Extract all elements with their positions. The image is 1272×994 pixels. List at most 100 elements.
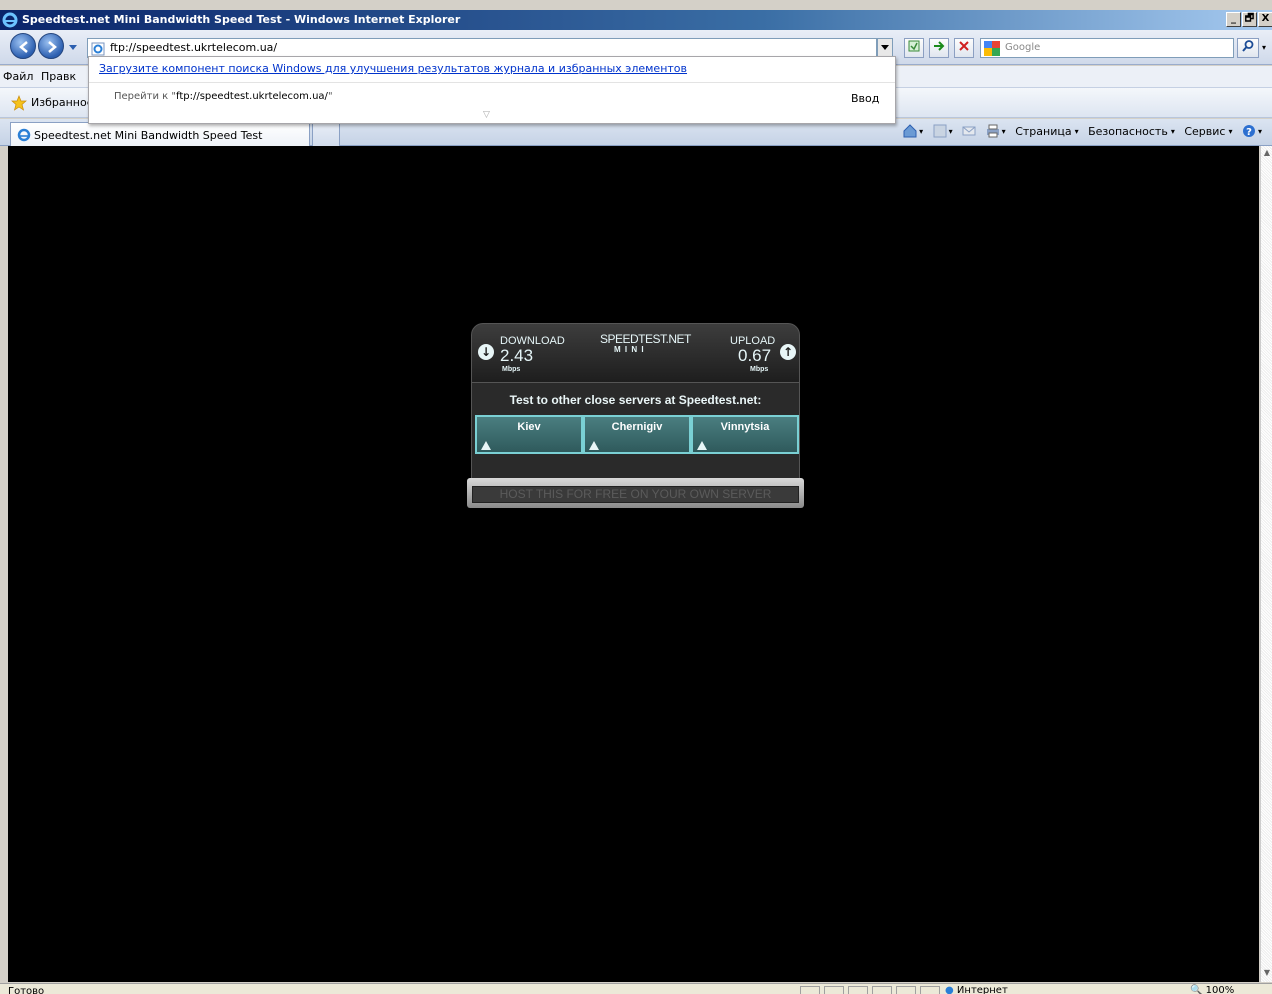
server-chernigiv-button[interactable]: Chernigiv — [583, 415, 691, 454]
home-icon[interactable] — [903, 124, 917, 138]
title-bar: Speedtest.net Mini Bandwidth Speed Test … — [0, 10, 1272, 30]
go-arrow-icon — [934, 41, 945, 51]
back-button[interactable] — [10, 33, 36, 59]
status-bar: Готово ● Интернет 🔍 100% — [0, 983, 1272, 994]
zone-label: Интернет — [956, 985, 1008, 994]
expand-chevron-icon[interactable]: ▽ — [483, 110, 490, 120]
safety-menu[interactable]: Безопасность — [1088, 125, 1168, 138]
server-name: Kiev — [517, 421, 541, 433]
zoom-value: 100% — [1205, 985, 1235, 994]
print-icon[interactable] — [986, 124, 1000, 138]
zoom-icon: 🔍 — [1190, 985, 1203, 994]
compatibility-icon — [908, 40, 920, 52]
speedtest-results-panel: ↓ DOWNLOAD 2.43 Mbps SPEEDTEST.NET M I N… — [471, 323, 800, 383]
print-dropdown-icon[interactable]: ▾ — [1002, 127, 1006, 136]
status-text: Готово — [8, 986, 45, 994]
goto-suffix: " — [327, 91, 333, 102]
zoom-level[interactable]: 🔍 100% — [1190, 985, 1234, 994]
host-for-free-button[interactable]: HOST THIS FOR FREE ON YOUR OWN SERVER — [472, 486, 799, 503]
status-pane — [800, 986, 820, 994]
download-arrow-icon: ↓ — [478, 344, 494, 360]
search-options-icon[interactable]: ▾ — [1262, 43, 1266, 52]
goto-suggestion[interactable]: Перейти к "ftp://speedtest.ukrtelecom.ua… — [114, 91, 333, 102]
goto-url: ftp://speedtest.ukrtelecom.ua/ — [176, 91, 328, 102]
speedtest-logo-mini: M I N I — [614, 345, 645, 354]
servers-headline: Test to other close servers at Speedtest… — [509, 393, 762, 407]
play-triangle-icon — [589, 441, 599, 450]
status-pane — [824, 986, 844, 994]
menu-edit[interactable]: Правк — [41, 70, 76, 83]
speedtest-logo: SPEEDTEST.NET — [600, 332, 691, 346]
upload-unit: Mbps — [750, 366, 769, 373]
download-unit: Mbps — [502, 366, 521, 373]
favorites-button[interactable]: Избранное — [31, 96, 93, 109]
compatibility-button[interactable] — [904, 38, 924, 58]
search-button[interactable] — [1237, 38, 1259, 58]
server-name: Chernigiv — [611, 421, 663, 433]
stop-button[interactable] — [954, 38, 974, 58]
enter-label: Ввод — [851, 92, 880, 105]
page-content — [8, 146, 1259, 982]
help-icon[interactable]: ? — [1242, 124, 1256, 138]
feeds-dropdown-icon[interactable]: ▾ — [949, 127, 953, 136]
ie-logo-icon — [2, 12, 18, 31]
play-triangle-icon — [481, 441, 491, 450]
search-box[interactable]: Google — [980, 38, 1234, 58]
scroll-down-icon[interactable]: ▼ — [1262, 968, 1272, 980]
speedtest-widget: ↓ DOWNLOAD 2.43 Mbps SPEEDTEST.NET M I N… — [467, 323, 804, 513]
go-button[interactable] — [929, 38, 949, 58]
search-input[interactable]: Google — [1005, 42, 1040, 53]
vertical-scrollbar[interactable]: ▲ ▼ — [1260, 146, 1272, 982]
safety-dropdown-icon: ▾ — [1170, 126, 1175, 136]
address-bar[interactable]: ftp://speedtest.ukrtelecom.ua/ — [87, 38, 877, 58]
forward-button[interactable] — [38, 33, 64, 59]
upload-arrow-icon: ↑ — [780, 344, 796, 360]
stop-x-icon — [959, 41, 969, 51]
ie-tab-icon — [17, 128, 31, 145]
help-dropdown-icon[interactable]: ▾ — [1258, 127, 1262, 136]
minimize-button[interactable]: _ — [1226, 12, 1241, 27]
servers-panel: Test to other close servers at Speedtest… — [471, 383, 800, 478]
history-dropdown-icon[interactable] — [68, 42, 78, 55]
play-triangle-icon — [697, 441, 707, 450]
chevron-down-icon — [881, 45, 889, 50]
status-pane — [896, 986, 916, 994]
download-value: 2.43 — [500, 346, 534, 365]
menu-file[interactable]: Файл — [3, 70, 33, 83]
back-arrow-icon — [19, 41, 28, 53]
maximize-button[interactable]: 🗗 — [1242, 12, 1257, 27]
server-kiev-button[interactable]: Kiev — [475, 415, 583, 454]
host-panel: HOST THIS FOR FREE ON YOUR OWN SERVER — [467, 478, 804, 508]
address-dropdown-button[interactable] — [877, 38, 893, 58]
security-zone: ● Интернет — [945, 985, 1008, 994]
windows-search-link[interactable]: Загрузите компонент поиска Windows для у… — [99, 62, 687, 75]
magnifier-icon — [1242, 40, 1254, 52]
svg-text:?: ? — [1246, 127, 1252, 138]
server-vinnytsia-button[interactable]: Vinnytsia — [691, 415, 799, 454]
tab-title: Speedtest.net Mini Bandwidth Speed Test — [34, 129, 263, 142]
upload-value: 0.67 — [738, 346, 772, 365]
favorites-star-icon[interactable] — [11, 95, 27, 114]
home-dropdown-icon[interactable]: ▾ — [919, 127, 923, 136]
server-name: Vinnytsia — [720, 421, 770, 433]
dropdown-divider — [89, 82, 895, 83]
mail-icon[interactable] — [962, 124, 976, 138]
goto-prefix: Перейти к " — [114, 91, 176, 102]
tab-speedtest[interactable]: Speedtest.net Mini Bandwidth Speed Test — [10, 122, 310, 146]
globe-icon: ● — [945, 985, 954, 994]
close-button[interactable]: X — [1258, 12, 1272, 27]
page-dropdown-icon: ▾ — [1074, 126, 1079, 136]
scroll-up-icon[interactable]: ▲ — [1262, 148, 1272, 160]
browser-window: Speedtest.net Mini Bandwidth Speed Test … — [0, 0, 1272, 994]
status-pane — [848, 986, 868, 994]
feeds-icon[interactable] — [933, 124, 947, 138]
new-tab-button[interactable] — [312, 122, 340, 146]
forward-arrow-icon — [48, 41, 57, 53]
google-logo-icon — [984, 41, 1000, 56]
status-pane — [920, 986, 940, 994]
tools-dropdown-icon: ▾ — [1228, 126, 1233, 136]
command-bar: ▾ ▾ ▾ Страница ▾ Безопасность ▾ Сервис ▾ ? … — [897, 124, 1262, 142]
page-menu[interactable]: Страница — [1015, 125, 1071, 138]
address-input[interactable]: ftp://speedtest.ukrtelecom.ua/ — [110, 41, 277, 54]
tools-menu[interactable]: Сервис — [1184, 125, 1225, 138]
